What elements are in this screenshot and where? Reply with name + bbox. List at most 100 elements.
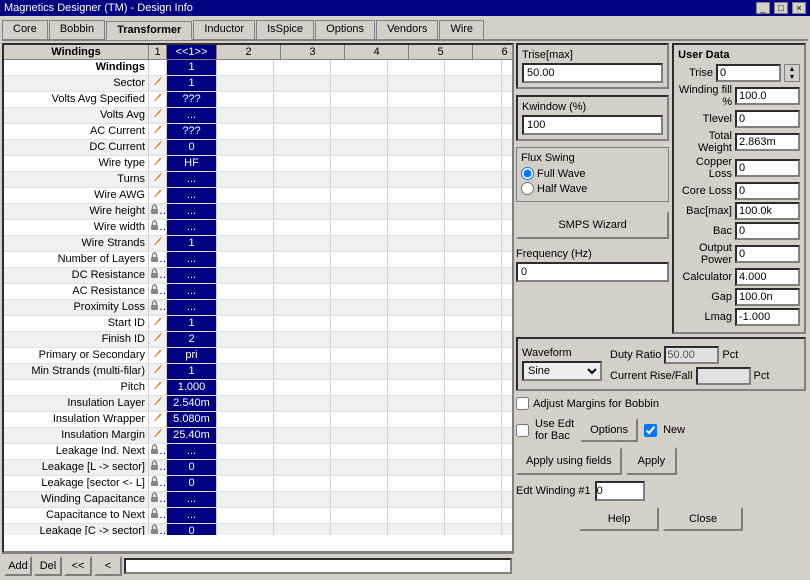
- data-cell[interactable]: [502, 236, 512, 251]
- data-cell-active[interactable]: 1: [167, 364, 217, 379]
- data-cell[interactable]: [217, 140, 274, 155]
- icon-cell[interactable]: [149, 428, 167, 443]
- data-cell[interactable]: [388, 364, 445, 379]
- ud-input[interactable]: [735, 268, 800, 286]
- icon-cell[interactable]: [149, 396, 167, 411]
- data-cell-active[interactable]: ???: [167, 92, 217, 107]
- current-rise-input[interactable]: [696, 367, 751, 385]
- data-cell-active[interactable]: 0: [167, 140, 217, 155]
- data-cell[interactable]: [331, 76, 388, 91]
- data-cell[interactable]: [274, 108, 331, 123]
- data-cell[interactable]: [388, 524, 445, 535]
- data-cell[interactable]: [274, 380, 331, 395]
- data-cell[interactable]: [331, 220, 388, 235]
- data-cell-active[interactable]: 1: [167, 76, 217, 91]
- data-cell[interactable]: [331, 284, 388, 299]
- data-cell[interactable]: [331, 108, 388, 123]
- data-cell[interactable]: [217, 220, 274, 235]
- frequency-input[interactable]: [516, 262, 669, 282]
- data-cell-active[interactable]: ...: [167, 204, 217, 219]
- data-cell-active[interactable]: 2: [167, 332, 217, 347]
- waveform-select[interactable]: Sine Square Triangle: [522, 361, 602, 381]
- tab-bobbin[interactable]: Bobbin: [49, 20, 105, 39]
- data-cell[interactable]: [502, 460, 512, 475]
- data-cell[interactable]: [502, 444, 512, 459]
- data-cell-active[interactable]: ...: [167, 172, 217, 187]
- data-cell[interactable]: [274, 236, 331, 251]
- data-cell[interactable]: [502, 364, 512, 379]
- data-cell-active[interactable]: 1: [167, 316, 217, 331]
- data-cell[interactable]: [217, 364, 274, 379]
- data-cell[interactable]: [502, 188, 512, 203]
- del-button[interactable]: Del: [34, 556, 62, 576]
- data-cell[interactable]: [388, 380, 445, 395]
- data-cell[interactable]: [502, 252, 512, 267]
- data-cell[interactable]: [502, 108, 512, 123]
- data-cell[interactable]: [274, 220, 331, 235]
- data-cell-active[interactable]: 2.540m: [167, 396, 217, 411]
- data-cell[interactable]: [274, 252, 331, 267]
- data-cell[interactable]: [502, 156, 512, 171]
- kwindow-input[interactable]: [522, 115, 663, 135]
- data-cell[interactable]: [502, 332, 512, 347]
- icon-cell[interactable]: [149, 172, 167, 187]
- icon-cell[interactable]: [149, 300, 167, 315]
- data-cell[interactable]: [331, 188, 388, 203]
- data-cell[interactable]: [217, 300, 274, 315]
- data-cell-active[interactable]: 1: [167, 236, 217, 251]
- data-cell[interactable]: [388, 188, 445, 203]
- ud-input[interactable]: [735, 182, 800, 200]
- data-cell-active[interactable]: 1.000: [167, 380, 217, 395]
- data-cell[interactable]: [388, 220, 445, 235]
- data-cell-active[interactable]: 25.40m: [167, 428, 217, 443]
- data-cell[interactable]: [274, 332, 331, 347]
- data-cell[interactable]: [445, 524, 502, 535]
- icon-cell[interactable]: [149, 124, 167, 139]
- adjust-margins-row[interactable]: Adjust Margins for Bobbin: [516, 397, 806, 410]
- title-bar-buttons[interactable]: _ □ ×: [755, 2, 806, 14]
- data-cell[interactable]: [502, 508, 512, 523]
- data-cell[interactable]: [274, 188, 331, 203]
- data-cell[interactable]: [388, 108, 445, 123]
- data-cell[interactable]: [388, 428, 445, 443]
- ud-input[interactable]: [735, 87, 800, 105]
- data-cell[interactable]: [331, 156, 388, 171]
- new-checkbox[interactable]: [644, 424, 657, 437]
- data-cell[interactable]: [331, 316, 388, 331]
- icon-cell[interactable]: [149, 444, 167, 459]
- data-cell[interactable]: [502, 172, 512, 187]
- data-cell[interactable]: [274, 476, 331, 491]
- tab-options[interactable]: Options: [315, 20, 375, 39]
- data-cell[interactable]: [217, 284, 274, 299]
- data-cell-active[interactable]: HF: [167, 156, 217, 171]
- close-button[interactable]: Close: [663, 507, 743, 531]
- data-cell[interactable]: [331, 124, 388, 139]
- ud-input[interactable]: [735, 133, 800, 151]
- data-cell[interactable]: [274, 124, 331, 139]
- data-cell[interactable]: [388, 268, 445, 283]
- icon-cell[interactable]: [149, 188, 167, 203]
- data-cell[interactable]: [502, 524, 512, 535]
- half-wave-radio[interactable]: [521, 182, 534, 195]
- prev-button[interactable]: <: [94, 556, 122, 576]
- data-cell-active[interactable]: 0: [167, 460, 217, 475]
- data-cell[interactable]: [331, 444, 388, 459]
- data-cell[interactable]: [445, 268, 502, 283]
- data-cell[interactable]: [331, 332, 388, 347]
- data-cell[interactable]: [331, 300, 388, 315]
- apply-using-fields-button[interactable]: Apply using fields: [516, 447, 622, 475]
- data-cell[interactable]: [388, 460, 445, 475]
- icon-cell[interactable]: [149, 156, 167, 171]
- close-button[interactable]: ×: [792, 2, 806, 14]
- data-cell[interactable]: [388, 156, 445, 171]
- icon-cell[interactable]: [149, 76, 167, 91]
- edt-winding-input[interactable]: [595, 481, 645, 501]
- data-cell[interactable]: [502, 476, 512, 491]
- data-cell[interactable]: [502, 76, 512, 91]
- use-edt-checkbox[interactable]: [516, 424, 529, 437]
- data-cell[interactable]: [445, 236, 502, 251]
- data-cell[interactable]: [445, 204, 502, 219]
- data-cell[interactable]: [274, 492, 331, 507]
- data-cell-active[interactable]: ...: [167, 444, 217, 459]
- ud-input[interactable]: [735, 288, 800, 306]
